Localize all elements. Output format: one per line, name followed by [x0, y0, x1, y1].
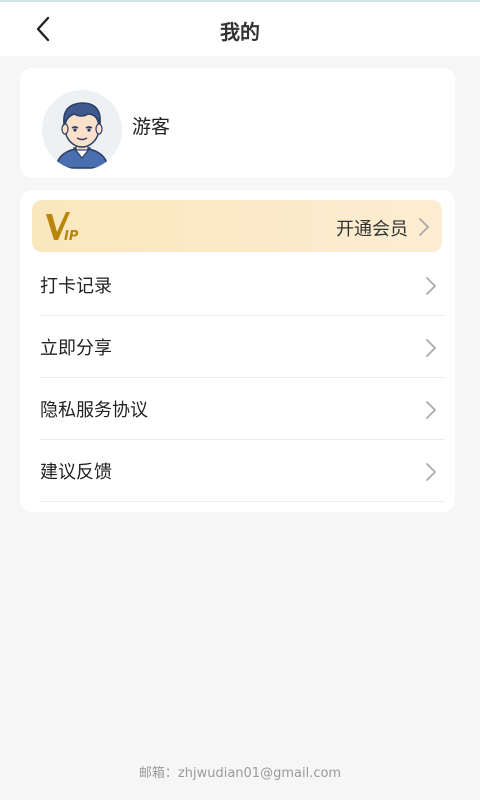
footer-contact: 邮箱：zhjwudian01@gmail.com	[0, 762, 480, 781]
profile-card: 游客	[20, 68, 455, 178]
svg-text:IP: IP	[64, 229, 79, 242]
menu-item-share[interactable]: 立即分享	[20, 316, 455, 378]
page-title: 我的	[220, 20, 260, 44]
menu-item-checkin-records[interactable]: 打卡记录	[20, 254, 455, 316]
email-label: 邮箱：	[138, 766, 178, 781]
menu-item-feedback[interactable]: 建议反馈	[20, 440, 455, 502]
avatar[interactable]	[42, 90, 122, 170]
menu-item-label: 隐私服务协议	[40, 400, 148, 421]
user-avatar-icon	[42, 90, 122, 170]
username: 游客	[132, 116, 171, 138]
email-address[interactable]: zhjwudian01@gmail.com	[178, 766, 341, 781]
vip-banner[interactable]: IP 开通会员	[32, 200, 442, 252]
menu-item-label: 建议反馈	[40, 462, 112, 483]
vip-logo-icon: IP	[46, 212, 79, 242]
chevron-right-icon	[419, 218, 429, 236]
menu-item-label: 打卡记录	[40, 276, 112, 297]
header-bar: 我的	[0, 2, 480, 56]
chevron-right-icon	[426, 401, 436, 419]
menu-card: IP 开通会员 打卡记录 立即分享 隐私服务协议 建议反馈	[20, 190, 455, 512]
menu-item-label: 立即分享	[40, 338, 112, 359]
menu-item-privacy-agreement[interactable]: 隐私服务协议	[20, 378, 455, 440]
chevron-right-icon	[426, 463, 436, 481]
chevron-right-icon	[426, 339, 436, 357]
chevron-right-icon	[426, 277, 436, 295]
divider	[40, 501, 445, 502]
vip-label: 开通会员	[336, 219, 408, 240]
